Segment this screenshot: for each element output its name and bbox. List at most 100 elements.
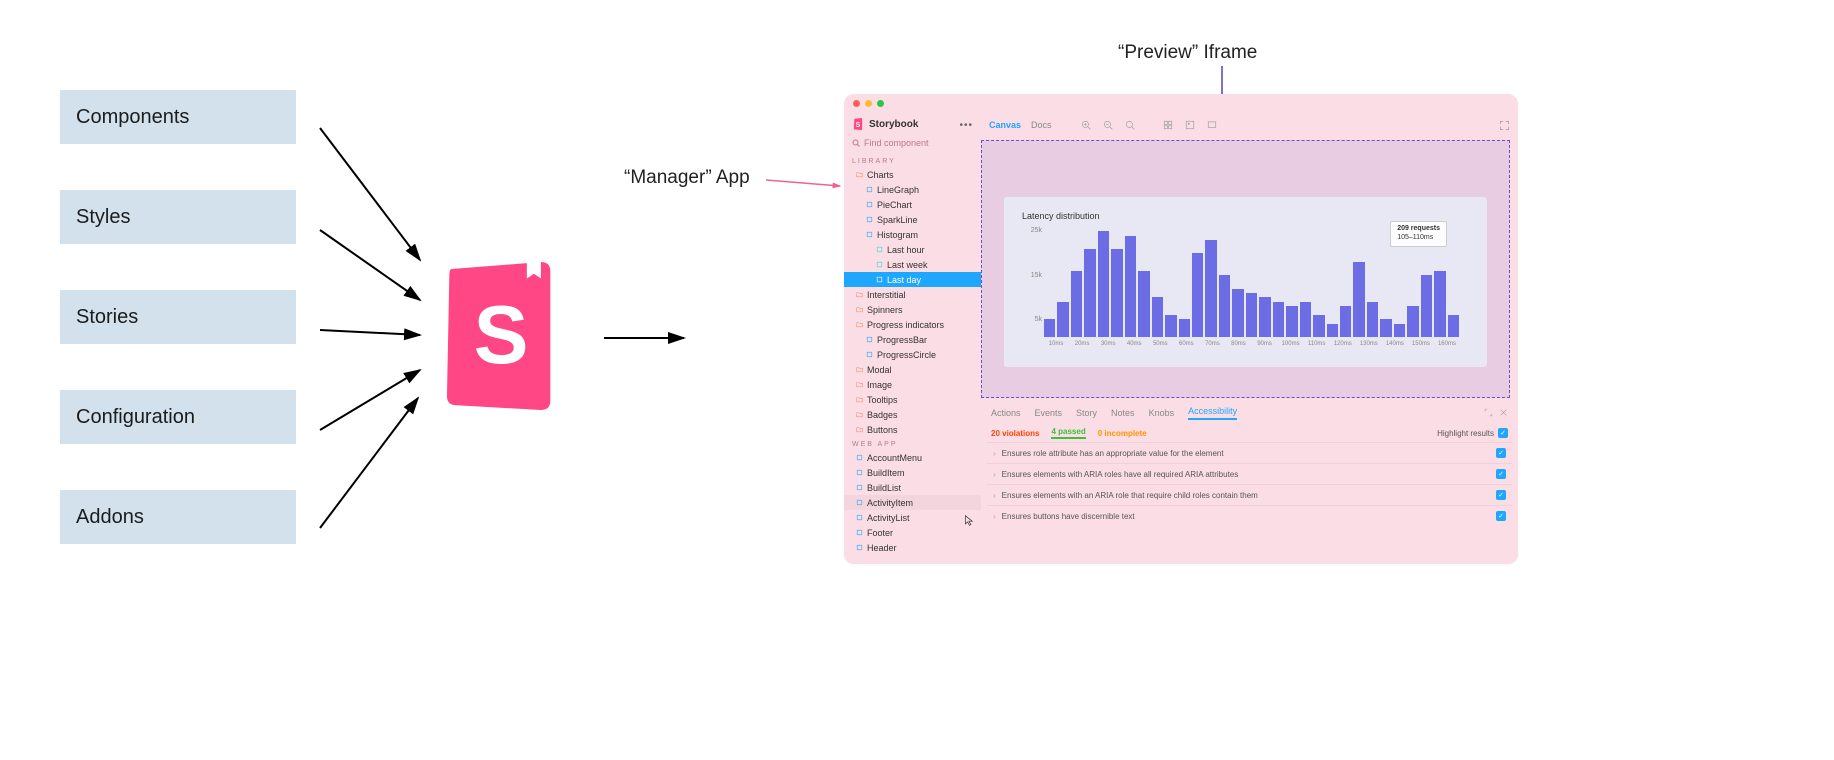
sidebar-item[interactable]: BuildItem (844, 465, 981, 480)
sidebar-item[interactable]: Last hour (844, 242, 981, 257)
sidebar-item[interactable]: PieChart (844, 197, 981, 212)
main-panel: Canvas Docs Latency distribution 209 req… (981, 112, 1518, 564)
histogram-bar (1246, 293, 1257, 337)
sidebar-item[interactable]: Histogram (844, 227, 981, 242)
sidebar-item[interactable]: ProgressCircle (844, 347, 981, 362)
input-box-components: Components (60, 90, 296, 144)
a11y-row[interactable]: › Ensures buttons have discernible text ✓ (987, 505, 1512, 526)
sidebar-item[interactable]: Charts (844, 167, 981, 182)
sidebar-item[interactable]: Spinners (844, 302, 981, 317)
incomplete-count[interactable]: 0 incomplete (1098, 429, 1147, 438)
input-label: Components (76, 106, 189, 129)
addon-tab-events[interactable]: Events (1035, 408, 1063, 418)
histogram-bar (1327, 324, 1338, 337)
sidebar-item-label: Buttons (867, 425, 898, 435)
tab-canvas[interactable]: Canvas (989, 120, 1021, 130)
histogram-bar (1111, 249, 1122, 337)
histogram-bar (1232, 289, 1243, 337)
input-label: Styles (76, 206, 130, 229)
sidebar-item[interactable]: Buttons (844, 422, 981, 437)
sidebar-item[interactable]: Interstitial (844, 287, 981, 302)
addon-tab-actions[interactable]: Actions (991, 408, 1021, 418)
a11y-row-checkbox[interactable]: ✓ (1496, 448, 1506, 458)
svg-text:S: S (474, 290, 529, 381)
cursor-pointer-icon (964, 515, 975, 526)
x-axis-ticks: 10ms20ms30ms40ms50ms60ms70ms80ms90ms100m… (1022, 341, 1469, 347)
histogram-bar (1340, 306, 1351, 337)
sidebar-item[interactable]: Image (844, 377, 981, 392)
sidebar-menu-button[interactable]: ••• (959, 120, 973, 131)
viewport-icon[interactable] (1206, 119, 1218, 131)
sidebar-item[interactable]: Last week (844, 257, 981, 272)
grid-icon[interactable] (1162, 119, 1174, 131)
histogram-bar (1098, 231, 1109, 337)
histogram-bar (1192, 253, 1203, 337)
tab-docs[interactable]: Docs (1031, 120, 1052, 130)
sidebar-item[interactable]: Footer (844, 525, 981, 540)
histogram-bar (1300, 302, 1311, 337)
sidebar-item[interactable]: Badges (844, 407, 981, 422)
a11y-row-label: Ensures elements with an ARIA role that … (1002, 491, 1258, 500)
sidebar-item-label: Modal (867, 365, 892, 375)
sidebar-item[interactable]: Progress indicators (844, 317, 981, 332)
close-icon[interactable] (1499, 408, 1508, 419)
histogram-bar (1165, 315, 1176, 337)
histogram-bar (1394, 324, 1405, 337)
histogram-bar (1071, 271, 1082, 337)
sidebar-item[interactable]: Header (844, 540, 981, 555)
sidebar-item[interactable]: ProgressBar (844, 332, 981, 347)
chevron-right-icon: › (993, 449, 996, 458)
addon-tab-knobs[interactable]: Knobs (1149, 408, 1175, 418)
addon-tab-accessibility[interactable]: Accessibility (1188, 406, 1237, 420)
fullscreen-icon[interactable] (1498, 119, 1510, 131)
x-tick: 90ms (1253, 341, 1277, 347)
passed-count[interactable]: 4 passed (1051, 427, 1085, 439)
zoom-in-icon[interactable] (1080, 119, 1092, 131)
search-input[interactable]: Find component (852, 138, 973, 148)
sidebar-item[interactable]: Tooltips (844, 392, 981, 407)
addon-tab-notes[interactable]: Notes (1111, 408, 1135, 418)
app-title: Storybook (869, 119, 918, 130)
a11y-row-checkbox[interactable]: ✓ (1496, 511, 1506, 521)
addon-tab-story[interactable]: Story (1076, 408, 1097, 418)
input-box-configuration: Configuration (60, 390, 296, 444)
close-window-icon[interactable] (853, 100, 860, 107)
expand-icon[interactable] (1484, 408, 1493, 419)
chevron-right-icon: › (993, 512, 996, 521)
sidebar-item[interactable]: ActivityItem (844, 495, 981, 510)
sidebar-item[interactable]: LineGraph (844, 182, 981, 197)
background-icon[interactable] (1184, 119, 1196, 131)
a11y-list: ›Ensures role attribute has an appropria… (981, 442, 1518, 526)
a11y-summary: 20 violations 4 passed 0 incomplete High… (981, 424, 1518, 442)
x-tick: 30ms (1096, 341, 1120, 347)
a11y-row-checkbox[interactable]: ✓ (1496, 490, 1506, 500)
sidebar-item[interactable]: BuildList (844, 480, 981, 495)
input-box-addons: Addons (60, 490, 296, 544)
sidebar-item-label: BuildList (867, 483, 901, 493)
histogram-bar (1313, 315, 1324, 337)
highlight-results-checkbox[interactable]: ✓ (1498, 428, 1508, 438)
a11y-row-checkbox[interactable]: ✓ (1496, 469, 1506, 479)
sidebar-item-label: Progress indicators (867, 320, 944, 330)
sidebar-item-label: Footer (867, 528, 893, 538)
sidebar-item[interactable]: AccountMenu (844, 450, 981, 465)
preview-iframe-label: “Preview” Iframe (1118, 42, 1257, 64)
x-tick: 120ms (1331, 341, 1355, 347)
a11y-row[interactable]: ›Ensures role attribute has an appropria… (987, 442, 1512, 463)
histogram-bar (1448, 315, 1459, 337)
sidebar-item[interactable]: ActivityList (844, 510, 981, 525)
a11y-row[interactable]: ›Ensures elements with an ARIA role that… (987, 484, 1512, 505)
zoom-out-icon[interactable] (1102, 119, 1114, 131)
maximize-window-icon[interactable] (877, 100, 884, 107)
histogram-bar (1434, 271, 1445, 337)
violations-count[interactable]: 20 violations (991, 429, 1039, 438)
zoom-reset-icon[interactable] (1124, 119, 1136, 131)
histogram-bar (1179, 319, 1190, 337)
sidebar-item[interactable]: Modal (844, 362, 981, 377)
a11y-row[interactable]: ›Ensures elements with ARIA roles have a… (987, 463, 1512, 484)
minimize-window-icon[interactable] (865, 100, 872, 107)
chevron-right-icon: › (993, 470, 996, 479)
a11y-row-label: Ensures buttons have discernible text (1002, 512, 1135, 521)
sidebar-item[interactable]: SparkLine (844, 212, 981, 227)
sidebar-item[interactable]: Last day (844, 272, 981, 287)
